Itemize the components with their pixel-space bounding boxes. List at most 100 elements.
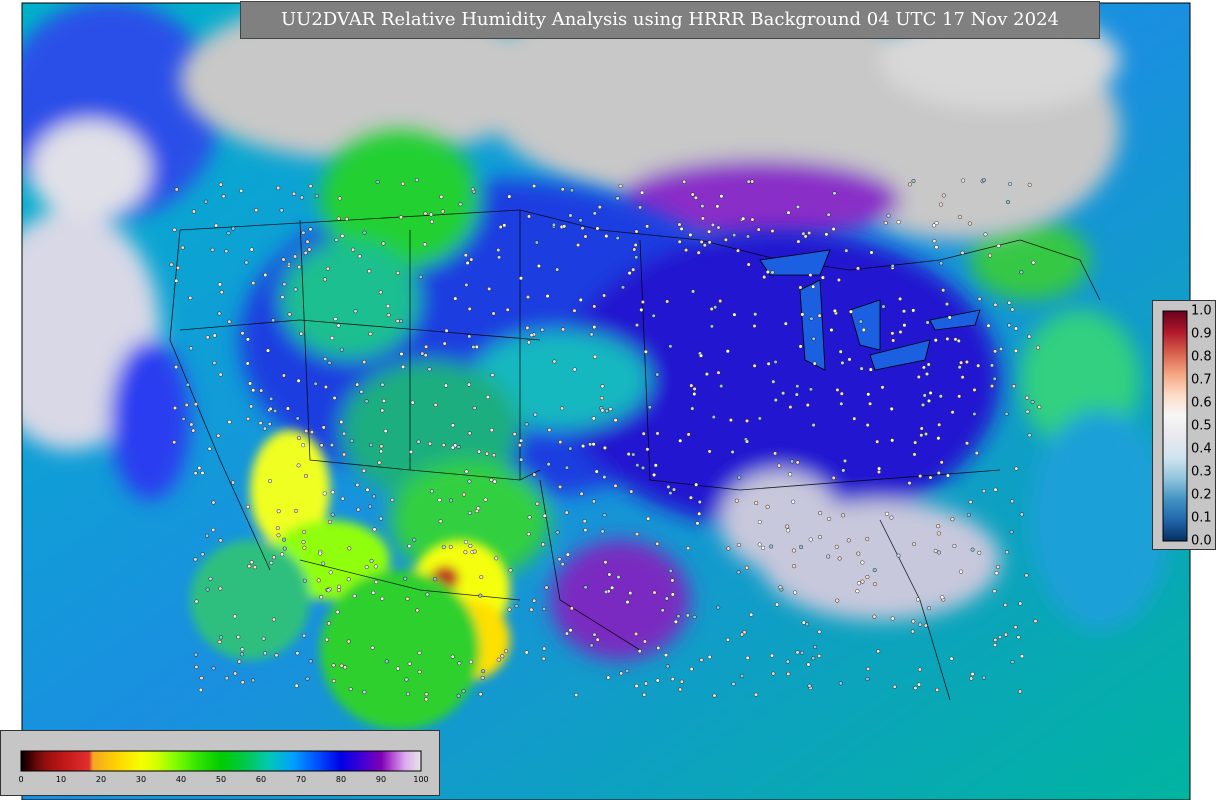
observation-dot [271, 318, 276, 323]
observation-dot [752, 363, 757, 368]
observation-dot [174, 365, 179, 370]
observation-dot [372, 494, 377, 499]
increment-tick-label: 0.3 [1191, 464, 1212, 480]
observation-dot [536, 264, 541, 269]
observation-dot [542, 606, 547, 611]
observation-dot [1007, 300, 1012, 305]
observation-dot [331, 663, 336, 668]
observation-dot [1004, 411, 1009, 416]
increment-colorbar: 1.0 0.9 0.8 0.7 0.6 0.5 0.4 0.3 0.2 0.1 0.0 [1152, 300, 1216, 550]
observation-dot [600, 384, 605, 389]
observation-dot [352, 594, 357, 599]
observation-dot [239, 652, 244, 657]
observation-dot [321, 425, 326, 430]
observation-dot [1018, 689, 1023, 694]
observation-dot [1027, 433, 1032, 438]
observation-dot [542, 513, 547, 518]
observation-dot [564, 631, 569, 636]
observation-dot [754, 692, 759, 697]
observation-dot [961, 178, 966, 183]
observation-dot [696, 250, 701, 255]
observation-dot [500, 654, 505, 659]
observation-dot [542, 646, 547, 651]
observation-dot [325, 266, 330, 271]
observation-dot [644, 681, 649, 686]
observation-dot [224, 676, 229, 681]
observation-dot [589, 332, 594, 337]
observation-dot [950, 410, 955, 415]
observation-dot [808, 537, 813, 542]
observation-dot [249, 247, 254, 252]
observation-dot [711, 415, 716, 420]
observation-dot [424, 692, 429, 697]
observation-dot [798, 344, 803, 349]
observation-dot [898, 330, 903, 335]
observation-dot [692, 615, 697, 620]
observation-dot [448, 544, 453, 549]
observation-dot [831, 227, 836, 232]
observation-dot [519, 457, 524, 462]
observation-dot [400, 181, 405, 186]
observation-dot [752, 324, 757, 329]
observation-dot [340, 496, 345, 501]
observation-dot [668, 568, 673, 573]
observation-dot [321, 561, 326, 566]
observation-dot [1019, 512, 1024, 517]
observation-dot [369, 558, 374, 563]
observation-dot [282, 537, 287, 542]
observation-dot [297, 265, 302, 270]
observation-dot [359, 389, 364, 394]
observation-dot [302, 545, 307, 550]
observation-dot [268, 406, 273, 411]
observation-dot [964, 360, 969, 365]
observation-dot [838, 681, 843, 686]
observation-dot [362, 690, 367, 695]
observation-dot [524, 422, 529, 427]
observation-dot [835, 387, 840, 392]
observation-dot [381, 398, 386, 403]
observation-dot [576, 243, 581, 248]
observation-dot [806, 662, 811, 667]
observation-dot [631, 452, 636, 457]
observation-dot [796, 239, 801, 244]
observation-dot [616, 575, 621, 580]
observation-dot [969, 676, 974, 681]
observation-dot [564, 510, 569, 515]
observation-dot [993, 349, 998, 354]
observation-dot [744, 565, 749, 570]
observation-dot [423, 211, 428, 216]
observation-dot [249, 404, 254, 409]
observation-dot [783, 321, 788, 326]
observation-dot [200, 552, 205, 557]
observation-dot [817, 629, 822, 634]
observation-dot [718, 299, 723, 304]
observation-dot [990, 384, 995, 389]
observation-dot [399, 352, 404, 357]
observation-dot [579, 491, 584, 496]
observation-dot [449, 498, 454, 503]
observation-dot [526, 295, 531, 300]
observation-dot [410, 400, 415, 405]
observation-dot [281, 373, 286, 378]
observation-dot [313, 381, 318, 386]
observation-dot [935, 687, 940, 692]
observation-dot [736, 248, 741, 253]
observation-dot [645, 224, 650, 229]
observation-dot [415, 608, 420, 613]
observation-dot [240, 680, 245, 685]
observation-dot [843, 458, 848, 463]
observation-dot [641, 465, 646, 470]
observation-dot [329, 443, 334, 448]
observation-dot [869, 250, 874, 255]
observation-dot [876, 649, 881, 654]
observation-dot [407, 544, 412, 549]
observation-dot [603, 560, 608, 565]
observation-dot [294, 508, 299, 513]
observation-dot [1010, 499, 1015, 504]
observation-dot [917, 667, 922, 672]
observation-dot [841, 468, 846, 473]
observation-dot [254, 208, 259, 213]
observation-dot [1027, 182, 1032, 187]
observation-dot [959, 569, 964, 574]
observation-dot [777, 463, 782, 468]
